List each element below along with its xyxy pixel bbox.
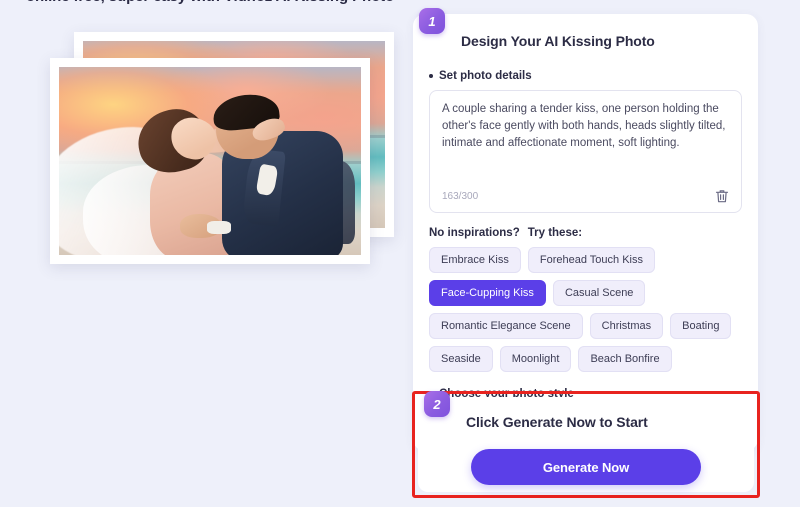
step-2-highlight-box: 2 Click Generate Now to Start Generate N… — [412, 391, 760, 498]
page-headline: online free, super easy with Vidnoz AI K… — [0, 0, 420, 5]
inspiration-chip-embrace-kiss[interactable]: Embrace Kiss — [429, 247, 521, 273]
prompt-box[interactable]: 163/300 — [429, 90, 742, 213]
inspirations-heading: No inspirations? Try these: — [429, 227, 742, 239]
hero-photo-front — [50, 58, 370, 264]
set-photo-details-label: Set photo details — [429, 70, 742, 82]
inspiration-chip-boating[interactable]: Boating — [670, 313, 732, 339]
step-2-card: 2 Click Generate Now to Start Generate N… — [418, 391, 754, 492]
generate-now-button[interactable]: Generate Now — [471, 449, 701, 485]
set-photo-details-text: Set photo details — [439, 70, 532, 82]
trash-icon[interactable] — [713, 187, 731, 205]
step-2-title: Click Generate Now to Start — [466, 414, 648, 430]
hero-photo-front-image — [59, 67, 361, 255]
inspiration-chip-forehead-touch-kiss[interactable]: Forehead Touch Kiss — [527, 247, 655, 273]
step-1-badge: 1 — [419, 8, 445, 34]
design-panel: 1 Design Your AI Kissing Photo Set photo… — [413, 8, 758, 451]
inspiration-chip-beach-bonfire[interactable]: Beach Bonfire — [578, 346, 672, 372]
inspiration-chip-romantic-elegance-scene[interactable]: Romantic Elegance Scene — [429, 313, 583, 339]
bullet-icon — [429, 74, 433, 78]
step-1-card: 1 Design Your AI Kissing Photo Set photo… — [413, 8, 758, 451]
inspiration-chip-moonlight[interactable]: Moonlight — [499, 346, 572, 372]
prompt-footer: 163/300 — [442, 187, 731, 205]
inspiration-chip-christmas[interactable]: Christmas — [589, 313, 664, 339]
prompt-input[interactable] — [442, 101, 729, 173]
inspiration-chip-seaside[interactable]: Seaside — [429, 346, 493, 372]
inspiration-chip-casual-scene[interactable]: Casual Scene — [552, 280, 646, 306]
char-counter: 163/300 — [442, 190, 479, 202]
step-2-badge: 2 — [424, 391, 450, 417]
step-1-title: Design Your AI Kissing Photo — [461, 33, 655, 49]
inspirations-subtitle: Try these: — [527, 227, 583, 239]
hero-photo-stack — [50, 32, 395, 267]
inspiration-chip-list: Embrace Kiss Forehead Touch Kiss Face-Cu… — [429, 247, 742, 372]
inspirations-title: No inspirations? — [429, 227, 520, 239]
inspiration-chip-face-cupping-kiss[interactable]: Face-Cupping Kiss — [429, 280, 546, 306]
